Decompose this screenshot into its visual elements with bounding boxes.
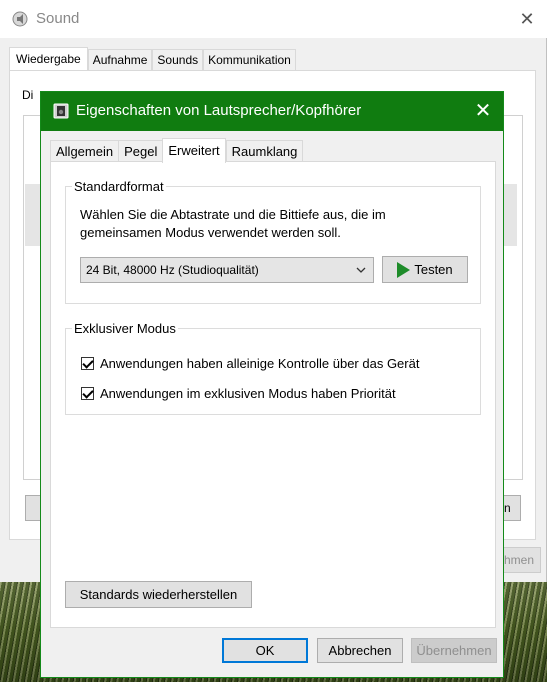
properties-dialog: Eigenschaften von Lautsprecher/Kopfhörer…	[40, 91, 504, 678]
sound-description: Di	[22, 88, 34, 102]
standard-format-description: Wählen Sie die Abtastrate und die Bittie…	[80, 207, 386, 240]
selected-device-row[interactable]	[25, 184, 41, 246]
sample-rate-value: 24 Bit, 48000 Hz (Studioqualität)	[86, 263, 259, 277]
exclusive-priority-checkbox[interactable]	[81, 386, 94, 400]
play-icon	[397, 261, 411, 278]
tab-wiedergabe[interactable]: Wiedergabe	[9, 47, 88, 71]
test-button-label: Testen	[414, 262, 453, 277]
sound-apply-label: hmen	[504, 553, 535, 567]
cancel-button-label: Abbrechen	[328, 643, 392, 658]
dialog-title: Eigenschaften von Lautsprecher/Kopfhörer	[76, 102, 362, 119]
restore-defaults-label: Standards wiederherstellen	[79, 587, 238, 602]
sound-tab-bar: Wiedergabe Aufnahme Sounds Kommunikation	[9, 47, 296, 71]
exclusive-mode-group: Exklusiver Modus	[65, 321, 481, 415]
sound-window-title: Sound	[36, 10, 80, 27]
standard-format-group: Standardformat	[65, 179, 481, 304]
exclusive-control-checkbox[interactable]	[81, 356, 94, 370]
properties-button-label: n	[504, 501, 511, 515]
dialog-titlebar: Eigenschaften von Lautsprecher/Kopfhörer…	[41, 92, 503, 131]
test-button[interactable]: Testen	[382, 256, 468, 283]
configure-button[interactable]	[25, 495, 41, 521]
ok-button-label: OK	[255, 643, 275, 658]
exclusive-mode-legend: Exklusiver Modus	[72, 321, 178, 336]
tab-raumklang[interactable]: Raumklang	[225, 140, 304, 162]
tab-allgemein[interactable]: Allgemein	[50, 140, 119, 162]
exclusive-control-option[interactable]: Anwendungen haben alleinige Kontrolle üb…	[81, 355, 419, 371]
tab-sounds[interactable]: Sounds	[152, 49, 204, 71]
exclusive-priority-label: Anwendungen im exklusiven Modus haben Pr…	[100, 385, 396, 401]
sound-apply-button[interactable]: hmen	[503, 547, 541, 573]
chevron-down-icon	[355, 258, 367, 291]
ok-button[interactable]: OK	[222, 638, 308, 663]
tab-kommunikation[interactable]: Kommunikation	[203, 49, 296, 71]
sound-close-button[interactable]: ✕	[512, 6, 542, 32]
exclusive-priority-option[interactable]: Anwendungen im exklusiven Modus haben Pr…	[81, 385, 396, 401]
tab-pegel[interactable]: Pegel	[118, 140, 163, 162]
restore-defaults-button[interactable]: Standards wiederherstellen	[65, 581, 252, 608]
tab-erweitert[interactable]: Erweitert	[162, 138, 226, 163]
device-level-meter	[503, 184, 517, 246]
properties-button[interactable]: n	[503, 495, 521, 521]
sound-titlebar: Sound ✕	[0, 0, 547, 38]
sample-rate-select[interactable]: 24 Bit, 48000 Hz (Studioqualität)	[80, 257, 374, 283]
apply-button[interactable]: Übernehmen	[411, 638, 497, 663]
cancel-button[interactable]: Abbrechen	[317, 638, 403, 663]
tab-aufnahme[interactable]: Aufnahme	[87, 49, 153, 71]
standard-format-legend: Standardformat	[72, 179, 166, 194]
exclusive-control-label: Anwendungen haben alleinige Kontrolle üb…	[100, 355, 420, 371]
dialog-close-button[interactable]: ✕	[466, 98, 500, 126]
speaker-icon	[12, 11, 28, 27]
speaker-device-icon	[53, 103, 69, 119]
apply-button-label: Übernehmen	[416, 643, 492, 658]
dialog-tab-bar: Allgemein Pegel Erweitert Raumklang	[50, 138, 304, 163]
